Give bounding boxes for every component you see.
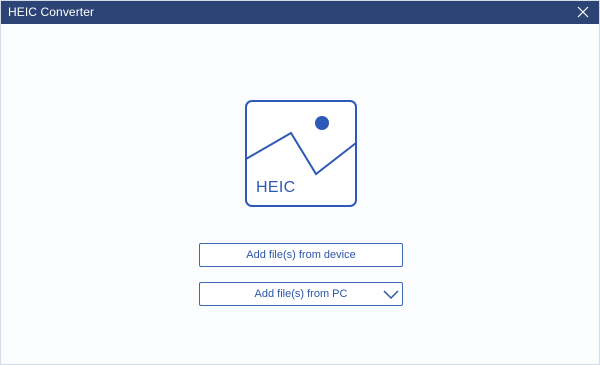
- add-from-device-label: Add file(s) from device: [246, 249, 356, 261]
- title-bar[interactable]: HEIC Converter: [1, 1, 599, 24]
- heic-label: HEIC: [256, 179, 296, 196]
- heic-image-icon: HEIC: [245, 100, 357, 207]
- close-button[interactable]: [573, 3, 593, 22]
- window-title: HEIC Converter: [8, 5, 95, 19]
- add-from-device-button[interactable]: Add file(s) from device: [199, 243, 403, 267]
- add-from-pc-label: Add file(s) from PC: [254, 288, 348, 300]
- add-from-pc-button[interactable]: Add file(s) from PC: [199, 282, 403, 306]
- app-window: HEIC Converter HEIC Add file(s) from dev…: [0, 0, 600, 365]
- chevron-down-icon[interactable]: [383, 287, 399, 301]
- close-icon: [577, 6, 589, 18]
